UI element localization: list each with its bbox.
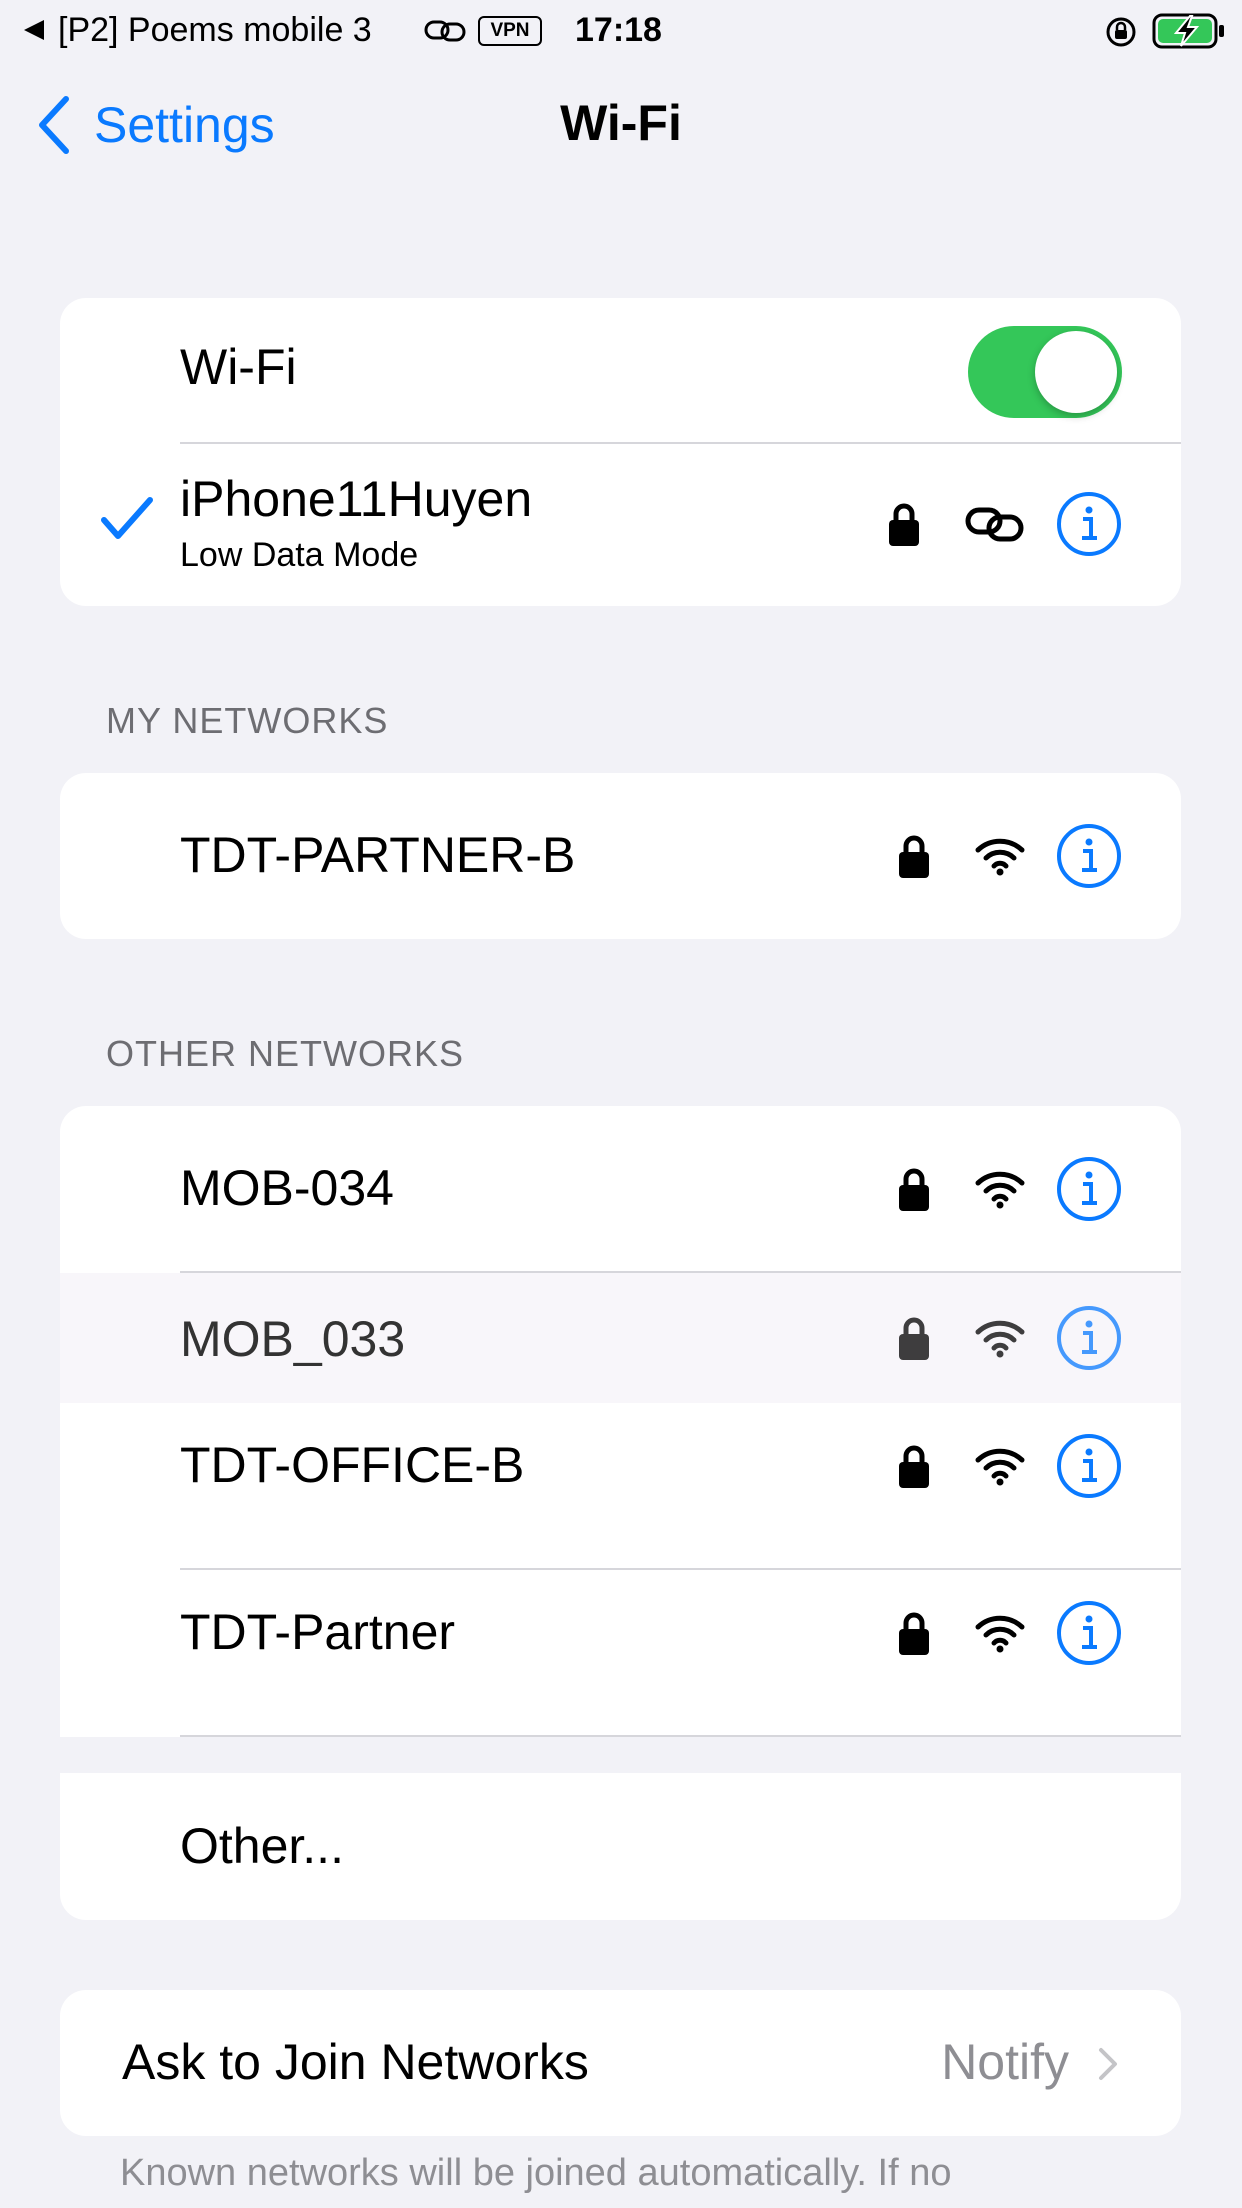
personal-hotspot-link-icon xyxy=(965,507,1024,542)
lock-icon xyxy=(899,1168,929,1211)
vpn-badge: VPN xyxy=(478,16,542,46)
back-triangle-icon[interactable] xyxy=(22,18,46,42)
wifi-signal-icon xyxy=(975,1320,1025,1358)
connected-network-name: iPhone11Huyen xyxy=(180,471,533,527)
wifi-signal-icon xyxy=(975,1615,1025,1653)
other-networks-header: OTHER NETWORKS xyxy=(106,1033,465,1074)
network-name: TDT-OFFICE-B xyxy=(180,1437,525,1493)
network-row[interactable]: TDT-Partner xyxy=(60,1570,1181,1736)
wifi-card: Wi-Fi iPhone11Huyen Low Data Mode xyxy=(60,298,1181,606)
ask-to-join-card: Ask to Join Networks Notify xyxy=(60,1990,1181,2136)
ask-to-join-row[interactable]: Ask to Join Networks Notify xyxy=(60,1990,1181,2136)
lock-icon xyxy=(899,1317,929,1360)
network-name: TDT-Partner xyxy=(180,1604,456,1660)
toggle-knob xyxy=(1035,331,1117,413)
info-icon[interactable] xyxy=(1055,822,1123,890)
lock-icon xyxy=(899,1445,929,1488)
wifi-toggle-label: Wi-Fi xyxy=(180,339,297,395)
page-title: Wi-Fi xyxy=(560,95,682,151)
network-name: MOB-034 xyxy=(180,1160,394,1216)
my-networks-header: MY NETWORKS xyxy=(106,700,389,741)
battery-charging-icon xyxy=(1152,13,1224,49)
lock-icon xyxy=(899,835,929,878)
connected-network-row[interactable]: iPhone11Huyen Low Data Mode xyxy=(60,444,1181,606)
status-bar: [P2] Poems mobile 3 VPN 17:18 xyxy=(0,0,1242,60)
my-networks-card: TDT-PARTNER-B xyxy=(60,773,1181,939)
info-icon[interactable] xyxy=(1055,1599,1123,1667)
wifi-toggle-row: Wi-Fi xyxy=(60,298,1181,443)
other-network-label: Other... xyxy=(180,1818,344,1874)
connected-network-subtitle: Low Data Mode xyxy=(180,536,419,574)
footer-note: Known networks will be joined automatica… xyxy=(120,2152,952,2194)
clock: 17:18 xyxy=(575,11,662,49)
link-icon xyxy=(424,20,466,42)
network-row[interactable]: MOB-034 xyxy=(60,1106,1181,1272)
back-app-label[interactable]: [P2] Poems mobile 3 xyxy=(58,0,372,60)
chevron-right-icon xyxy=(1099,2048,1117,2080)
info-icon[interactable] xyxy=(1055,1155,1123,1223)
network-name: MOB_033 xyxy=(180,1311,406,1367)
network-row[interactable]: TDT-PARTNER-B xyxy=(60,773,1181,939)
network-row[interactable]: TDT-OFFICE-B xyxy=(60,1403,1181,1569)
other-network-row[interactable]: Other... xyxy=(60,1774,1181,1920)
orientation-lock-icon xyxy=(1106,17,1136,47)
ask-to-join-label: Ask to Join Networks xyxy=(122,2034,589,2090)
wifi-signal-icon xyxy=(975,1171,1025,1209)
wifi-signal-icon xyxy=(975,838,1025,876)
network-row[interactable]: MOB_033 xyxy=(60,1273,1181,1403)
network-name: TDT-PARTNER-B xyxy=(180,827,576,883)
lock-icon xyxy=(899,1612,929,1655)
info-icon[interactable] xyxy=(1055,1304,1123,1372)
lock-icon xyxy=(889,503,919,546)
info-icon[interactable] xyxy=(1055,1432,1123,1500)
wifi-toggle[interactable] xyxy=(968,326,1122,418)
gap xyxy=(60,1737,1181,1773)
other-networks-card: MOB-034 MOB_033 TDT-OFFICE-B TDT-Partner xyxy=(60,1106,1181,1920)
info-icon[interactable] xyxy=(1055,490,1123,558)
ask-to-join-value: Notify xyxy=(941,2034,1069,2090)
wifi-signal-icon xyxy=(975,1448,1025,1486)
checkmark-icon xyxy=(101,497,153,539)
